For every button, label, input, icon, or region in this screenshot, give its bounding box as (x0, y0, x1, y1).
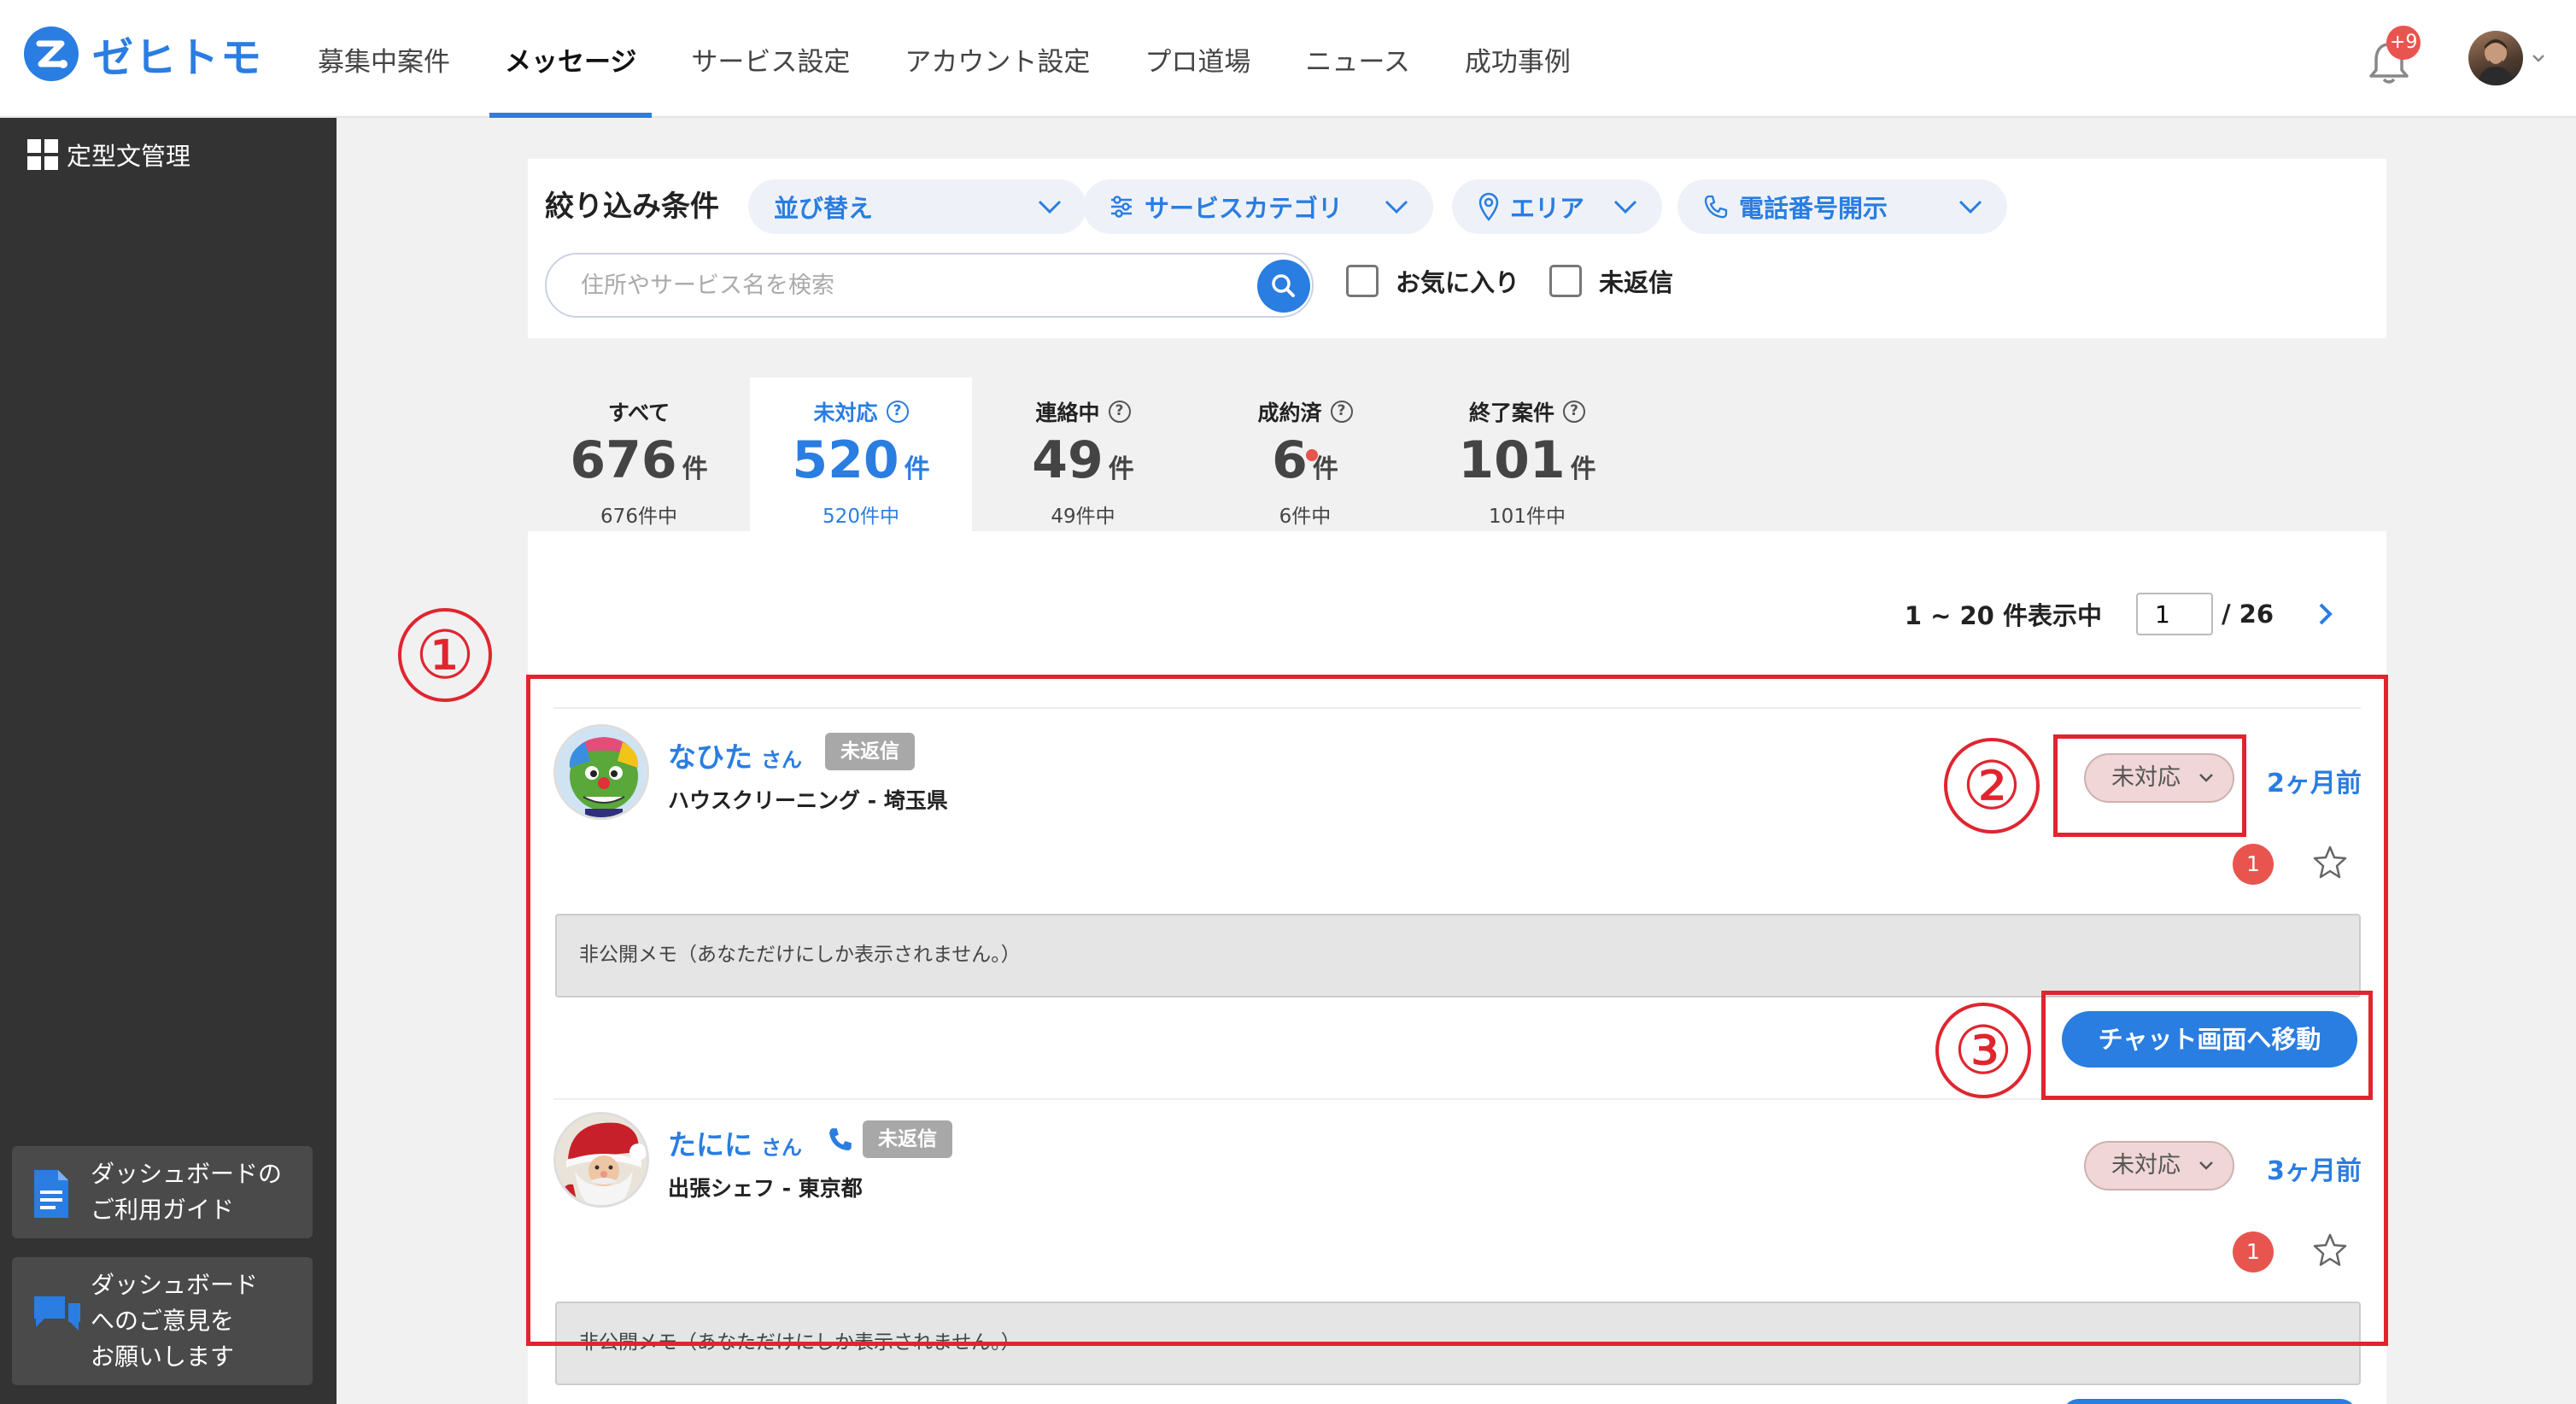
area-dropdown[interactable]: エリア (1452, 179, 1662, 234)
page-number-input[interactable] (2135, 593, 2213, 635)
sliders-icon (1111, 196, 1132, 218)
tab-unit: 件 (1108, 454, 1134, 484)
chat-bubble-icon (34, 1296, 80, 1331)
tab-all[interactable]: すべて 676 件 676件中 (528, 377, 750, 531)
main-nav: 募集中案件 メッセージ サービス設定 アカウント設定 プロ道場 ニュース 成功事… (290, 0, 1598, 118)
checkbox-box[interactable] (1549, 265, 1582, 297)
favorite-label: お気に入り (1396, 268, 1520, 297)
tab-count: 49 (1032, 430, 1104, 490)
logo[interactable]: ゼヒトモ (24, 24, 263, 84)
tab-label: すべて (607, 401, 670, 425)
annotation-number-2: ② (1944, 738, 2040, 834)
annotation-number-1: ① (398, 608, 492, 702)
phone-disclosure-label: 電話番号開示 (1739, 194, 1888, 223)
nav-item-pro-dojo[interactable]: プロ道場 (1117, 0, 1278, 118)
filter-title: 絞り込み条件 (545, 190, 719, 224)
status-tabs: すべて 676 件 676件中 未対応? 520 件 520件中 連絡中? 49 件 … (528, 377, 2386, 531)
notification-badge: +9 (2386, 26, 2421, 60)
unreplied-label: 未返信 (1599, 268, 1674, 297)
chevron-down-icon (1038, 200, 1062, 214)
annotation-box-status (2053, 734, 2246, 837)
tab-contacting[interactable]: 連絡中? 49 件 49件中 (972, 377, 1194, 531)
tab-subcount: 49件中 (1051, 506, 1115, 528)
tab-count: 520 (792, 430, 899, 490)
help-icon[interactable]: ? (1563, 401, 1585, 423)
tab-subcount: 101件中 (1489, 506, 1566, 528)
filter-panel: 絞り込み条件 並び替え サービスカテゴリ エリア 電話番号開示 住所やサービス名… (528, 159, 2386, 338)
tab-label: 未対応 (813, 401, 878, 425)
location-pin-icon (1478, 192, 1499, 221)
top-header: ゼヒトモ 募集中案件 メッセージ サービス設定 アカウント設定 プロ道場 ニュー… (0, 0, 2576, 118)
nav-item-news[interactable]: ニュース (1278, 0, 1437, 118)
help-icon[interactable]: ? (1108, 401, 1131, 423)
help-icon[interactable]: ? (886, 401, 909, 423)
tab-count: 101 (1458, 430, 1566, 490)
feedback-line-3: お願いします (91, 1343, 235, 1371)
guide-line-1: ダッシュボードの (91, 1160, 283, 1188)
chevron-down-icon[interactable] (2530, 50, 2547, 67)
sidebar-feedback-card[interactable]: ダッシュボード へのご意見を お願いします (12, 1257, 313, 1385)
favorite-checkbox[interactable]: お気に入り (1346, 263, 1519, 299)
search-box (545, 253, 1314, 318)
annotation-box-chat (2041, 991, 2373, 1100)
help-icon[interactable]: ? (1330, 401, 1353, 423)
pagination-total: / 26 (2221, 600, 2274, 629)
sort-dropdown[interactable]: 並び替え (748, 179, 1086, 234)
tab-contracted[interactable]: 成約済? 6件 6件中 (1194, 377, 1416, 531)
search-button[interactable] (1257, 260, 1310, 313)
tab-label: 連絡中 (1035, 401, 1100, 425)
tab-unhandled[interactable]: 未対応? 520 件 520件中 (750, 377, 972, 531)
checkbox-box[interactable] (1346, 265, 1379, 297)
sidebar-guide-card[interactable]: ダッシュボードの ご利用ガイド (12, 1146, 313, 1238)
sidebar-item-label: 定型文管理 (67, 142, 191, 171)
tab-count: 676 (570, 430, 677, 490)
search-icon (1272, 274, 1295, 297)
category-label: サービスカテゴリ (1145, 194, 1344, 223)
tab-count: 6 (1272, 430, 1308, 490)
nav-item-account-settings[interactable]: アカウント設定 (877, 0, 1117, 118)
nav-item-success-stories[interactable]: 成功事例 (1437, 0, 1598, 118)
nav-item-service-settings[interactable]: サービス設定 (664, 0, 877, 118)
chevron-right-icon[interactable] (2316, 601, 2335, 627)
feedback-line-2: へのご意見を (91, 1307, 235, 1335)
tab-label: 成約済 (1257, 401, 1322, 425)
annotation-number-3: ③ (1935, 1003, 2031, 1098)
search-input[interactable] (581, 266, 1230, 304)
user-avatar[interactable] (2468, 31, 2523, 85)
guide-line-2: ご利用ガイド (91, 1196, 235, 1224)
area-label: エリア (1510, 194, 1585, 223)
chevron-down-icon (1385, 200, 1408, 214)
phone-disclosure-dropdown[interactable]: 電話番号開示 (1677, 179, 2007, 234)
phone-icon (1704, 195, 1728, 219)
logo-text: ゼヒトモ (92, 34, 264, 82)
go-to-chat-button-partial[interactable] (2062, 1399, 2357, 1404)
feedback-line-1: ダッシュボード (91, 1271, 259, 1299)
tab-subcount: 676件中 (600, 506, 677, 528)
tab-subcount: 520件中 (823, 506, 899, 528)
unreplied-checkbox[interactable]: 未返信 (1549, 263, 1673, 299)
tab-unit: 件 (1570, 454, 1596, 484)
logo-icon (24, 26, 79, 81)
tab-closed[interactable]: 終了案件? 101 件 101件中 (1416, 377, 1638, 531)
sort-label: 並び替え (774, 194, 874, 223)
nav-item-recruiting[interactable]: 募集中案件 (290, 0, 477, 118)
sidebar-item-templates[interactable]: 定型文管理 (27, 137, 190, 173)
document-icon (34, 1170, 68, 1218)
pagination-range: 1 ~ 20 件表示中 (1904, 601, 2102, 630)
tab-unit: 件 (904, 454, 930, 484)
grid-icon (27, 139, 58, 170)
chevron-down-icon (1958, 200, 1982, 214)
tab-unit: 件 (682, 454, 708, 484)
tab-subcount: 6件中 (1279, 506, 1332, 528)
chevron-down-icon (1613, 200, 1637, 214)
sidebar: 定型文管理 ダッシュボードの ご利用ガイド ダッシュボード へのご意見を お願い… (0, 118, 337, 1404)
category-dropdown[interactable]: サービスカテゴリ (1083, 179, 1433, 234)
pagination: 1 ~ 20 件表示中 / 26 (1905, 593, 2335, 635)
tab-label: 終了案件 (1468, 401, 1554, 425)
nav-item-messages[interactable]: メッセージ (477, 0, 664, 118)
